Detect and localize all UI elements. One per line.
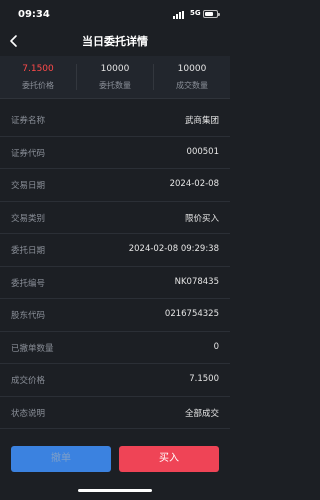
detail-row: 委托编号 NK078435 — [0, 267, 230, 299]
detail-value: 武商集团 — [184, 116, 219, 126]
detail-key: 委托编号 — [11, 278, 46, 289]
detail-row: 已撤单数量 0 — [0, 332, 230, 364]
detail-row: 委托日期 2024-02-08 09:29:38 — [0, 234, 230, 267]
status-bar: 09:34 5G — [0, 0, 230, 26]
summary-value: 10000 — [100, 64, 130, 74]
detail-value: 7.1500 — [189, 374, 219, 384]
page-title: 当日委托详情 — [82, 35, 148, 48]
summary-value: 7.1500 — [22, 64, 54, 74]
battery-icon — [203, 10, 220, 18]
detail-row: 交易类别 限价买入 — [0, 202, 230, 234]
summary-label: 委托价格 — [22, 81, 54, 90]
detail-key: 交易类别 — [11, 213, 46, 224]
summary-value: 10000 — [177, 64, 207, 74]
detail-value: 全部成交 — [184, 408, 219, 419]
detail-list: 证券名称 武商集团 证券代码 000501 交易日期 2024-02-08 交易… — [0, 104, 230, 462]
detail-value: 2024-02-08 — [169, 179, 219, 189]
network-type: 5G — [190, 9, 201, 17]
summary-label: 委托数量 — [99, 81, 131, 90]
detail-row: 成交价格 7.1500 — [0, 364, 230, 397]
detail-key: 状态说明 — [11, 408, 46, 419]
detail-value: 限价买入 — [184, 213, 219, 224]
buy-button[interactable]: 买入 — [119, 446, 219, 472]
detail-value: 0216754325 — [164, 309, 219, 319]
nav-header: 当日委托详情 — [0, 26, 230, 56]
order-detail-screen: 09:34 5G 当日委托详情 7.1500 委托价格 10000 委托数量 1… — [0, 0, 230, 500]
detail-row: 证券名称 武商集团 — [0, 104, 230, 137]
home-indicator — [78, 489, 152, 492]
summary-filled-quantity: 10000 成交数量 — [154, 56, 230, 98]
detail-key: 交易日期 — [11, 181, 46, 191]
summary-order-quantity: 10000 委托数量 — [77, 56, 153, 98]
detail-key: 证券代码 — [11, 148, 46, 159]
status-time: 09:34 — [18, 9, 50, 20]
detail-row: 交易日期 2024-02-08 — [0, 169, 230, 202]
action-bar: 撤单 买入 — [0, 434, 230, 500]
detail-value: 2024-02-08 09:29:38 — [128, 244, 219, 254]
detail-row: 证券代码 000501 — [0, 137, 230, 169]
detail-row: 股东代码 0216754325 — [0, 299, 230, 332]
detail-key: 委托日期 — [11, 246, 46, 256]
detail-key: 股东代码 — [11, 311, 46, 321]
order-summary: 7.1500 委托价格 10000 委托数量 10000 成交数量 — [0, 56, 230, 99]
signal-icon — [173, 11, 187, 19]
detail-key: 证券名称 — [11, 116, 46, 126]
detail-value: NK078435 — [174, 276, 219, 287]
detail-key: 已撤单数量 — [11, 343, 54, 354]
detail-key: 成交价格 — [11, 376, 46, 386]
detail-value: 000501 — [186, 146, 219, 157]
detail-value: 0 — [213, 341, 219, 352]
cancel-order-button[interactable]: 撤单 — [11, 446, 111, 472]
summary-order-price: 7.1500 委托价格 — [0, 56, 76, 98]
summary-label: 成交数量 — [176, 81, 208, 90]
detail-row: 状态说明 全部成交 — [0, 397, 230, 429]
